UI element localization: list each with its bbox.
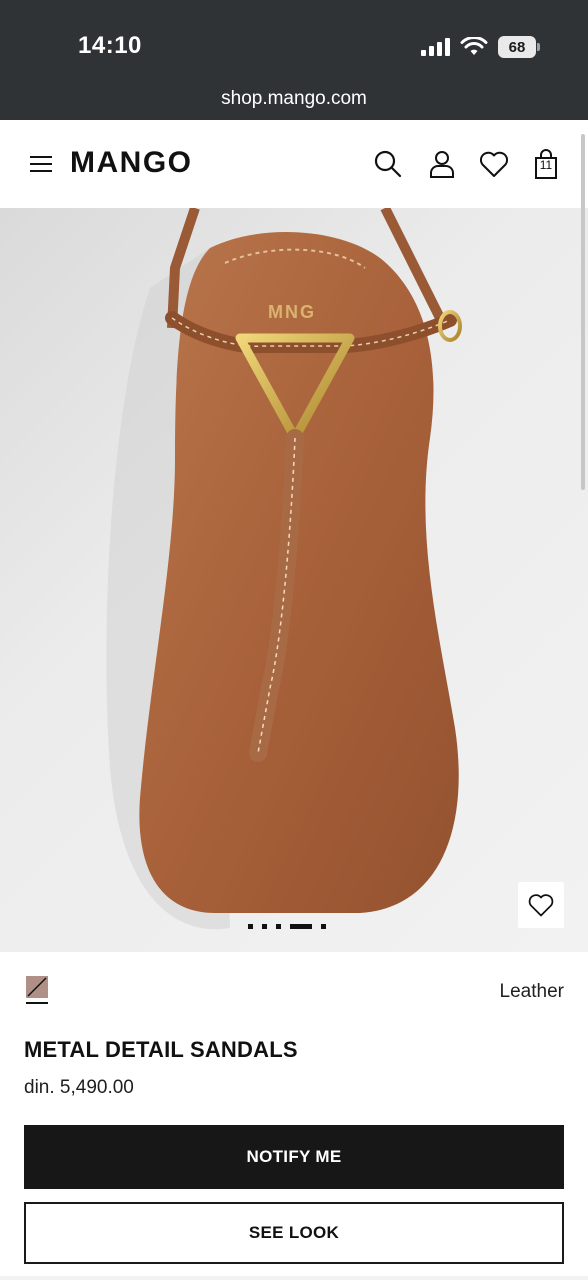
notify-me-button[interactable]: NOTIFY ME xyxy=(24,1125,564,1189)
see-look-button[interactable]: SEE LOOK xyxy=(24,1202,564,1264)
site-header: MANGO 11 xyxy=(0,120,588,209)
browser-url[interactable]: shop.mango.com xyxy=(0,88,588,110)
brand-logo[interactable]: MANGO xyxy=(70,146,193,180)
product-image[interactable]: MNG xyxy=(0,208,588,952)
product-title: METAL DETAIL SANDALS xyxy=(24,1037,298,1062)
wifi-icon xyxy=(460,37,488,55)
product-price: din. 5,490.00 xyxy=(24,1077,134,1098)
color-name: Leather xyxy=(499,981,564,1002)
gallery-dot[interactable] xyxy=(248,923,253,929)
cellular-signal-icon xyxy=(421,38,450,56)
search-icon[interactable] xyxy=(372,148,404,180)
gallery-dot[interactable] xyxy=(262,923,267,929)
bottom-divider xyxy=(0,1276,588,1280)
bag-count-badge: 11 xyxy=(539,158,553,172)
gallery-dot[interactable] xyxy=(276,923,281,929)
battery-indicator: 68 xyxy=(498,36,540,58)
insole-brand-mark: MNG xyxy=(268,302,316,322)
hamburger-menu-icon[interactable] xyxy=(28,152,56,176)
image-favorite-button[interactable] xyxy=(518,882,564,928)
gallery-dot-active[interactable] xyxy=(290,923,312,929)
scrollbar-thumb[interactable] xyxy=(581,134,585,490)
status-time: 14:10 xyxy=(78,32,142,59)
heart-icon xyxy=(528,894,554,917)
account-icon[interactable] xyxy=(426,148,458,180)
status-icons: 68 xyxy=(420,36,540,58)
gallery-dot[interactable] xyxy=(321,923,326,929)
status-bar: 14:10 68 shop.mango.com xyxy=(0,0,588,120)
swatch-slash-icon xyxy=(27,977,47,997)
sandal-illustration: MNG xyxy=(106,208,462,930)
gallery-pagination xyxy=(248,923,326,929)
color-swatch[interactable] xyxy=(26,976,48,998)
wishlist-heart-icon[interactable] xyxy=(478,148,510,180)
swatch-selected-indicator xyxy=(26,1002,48,1004)
